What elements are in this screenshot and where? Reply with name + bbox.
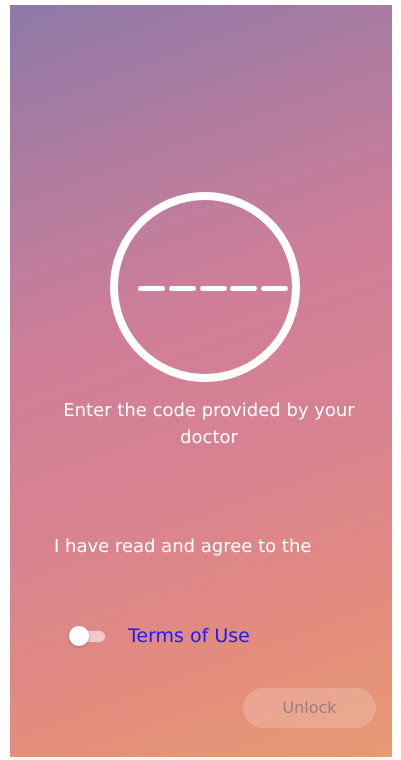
code-slots — [138, 286, 288, 291]
code-slot-3 — [199, 286, 227, 291]
code-slot-5 — [261, 286, 288, 291]
code-slot-1 — [138, 286, 165, 291]
code-slot-2 — [168, 286, 196, 291]
toggle-thumb — [69, 626, 89, 646]
code-entry-circle[interactable] — [110, 192, 300, 382]
code-slot-4 — [230, 286, 258, 291]
app-frame: Enter the code provided by your doctor I… — [0, 0, 401, 760]
unlock-button[interactable]: Unlock — [243, 688, 376, 728]
terms-of-use-link[interactable]: Terms of Use — [128, 622, 250, 650]
code-instruction: Enter the code provided by your doctor — [63, 400, 355, 448]
agreement-text: I have read and agree to the — [54, 536, 312, 557]
unlock-screen: Enter the code provided by your doctor I… — [10, 5, 392, 757]
terms-toggle[interactable] — [69, 625, 107, 647]
